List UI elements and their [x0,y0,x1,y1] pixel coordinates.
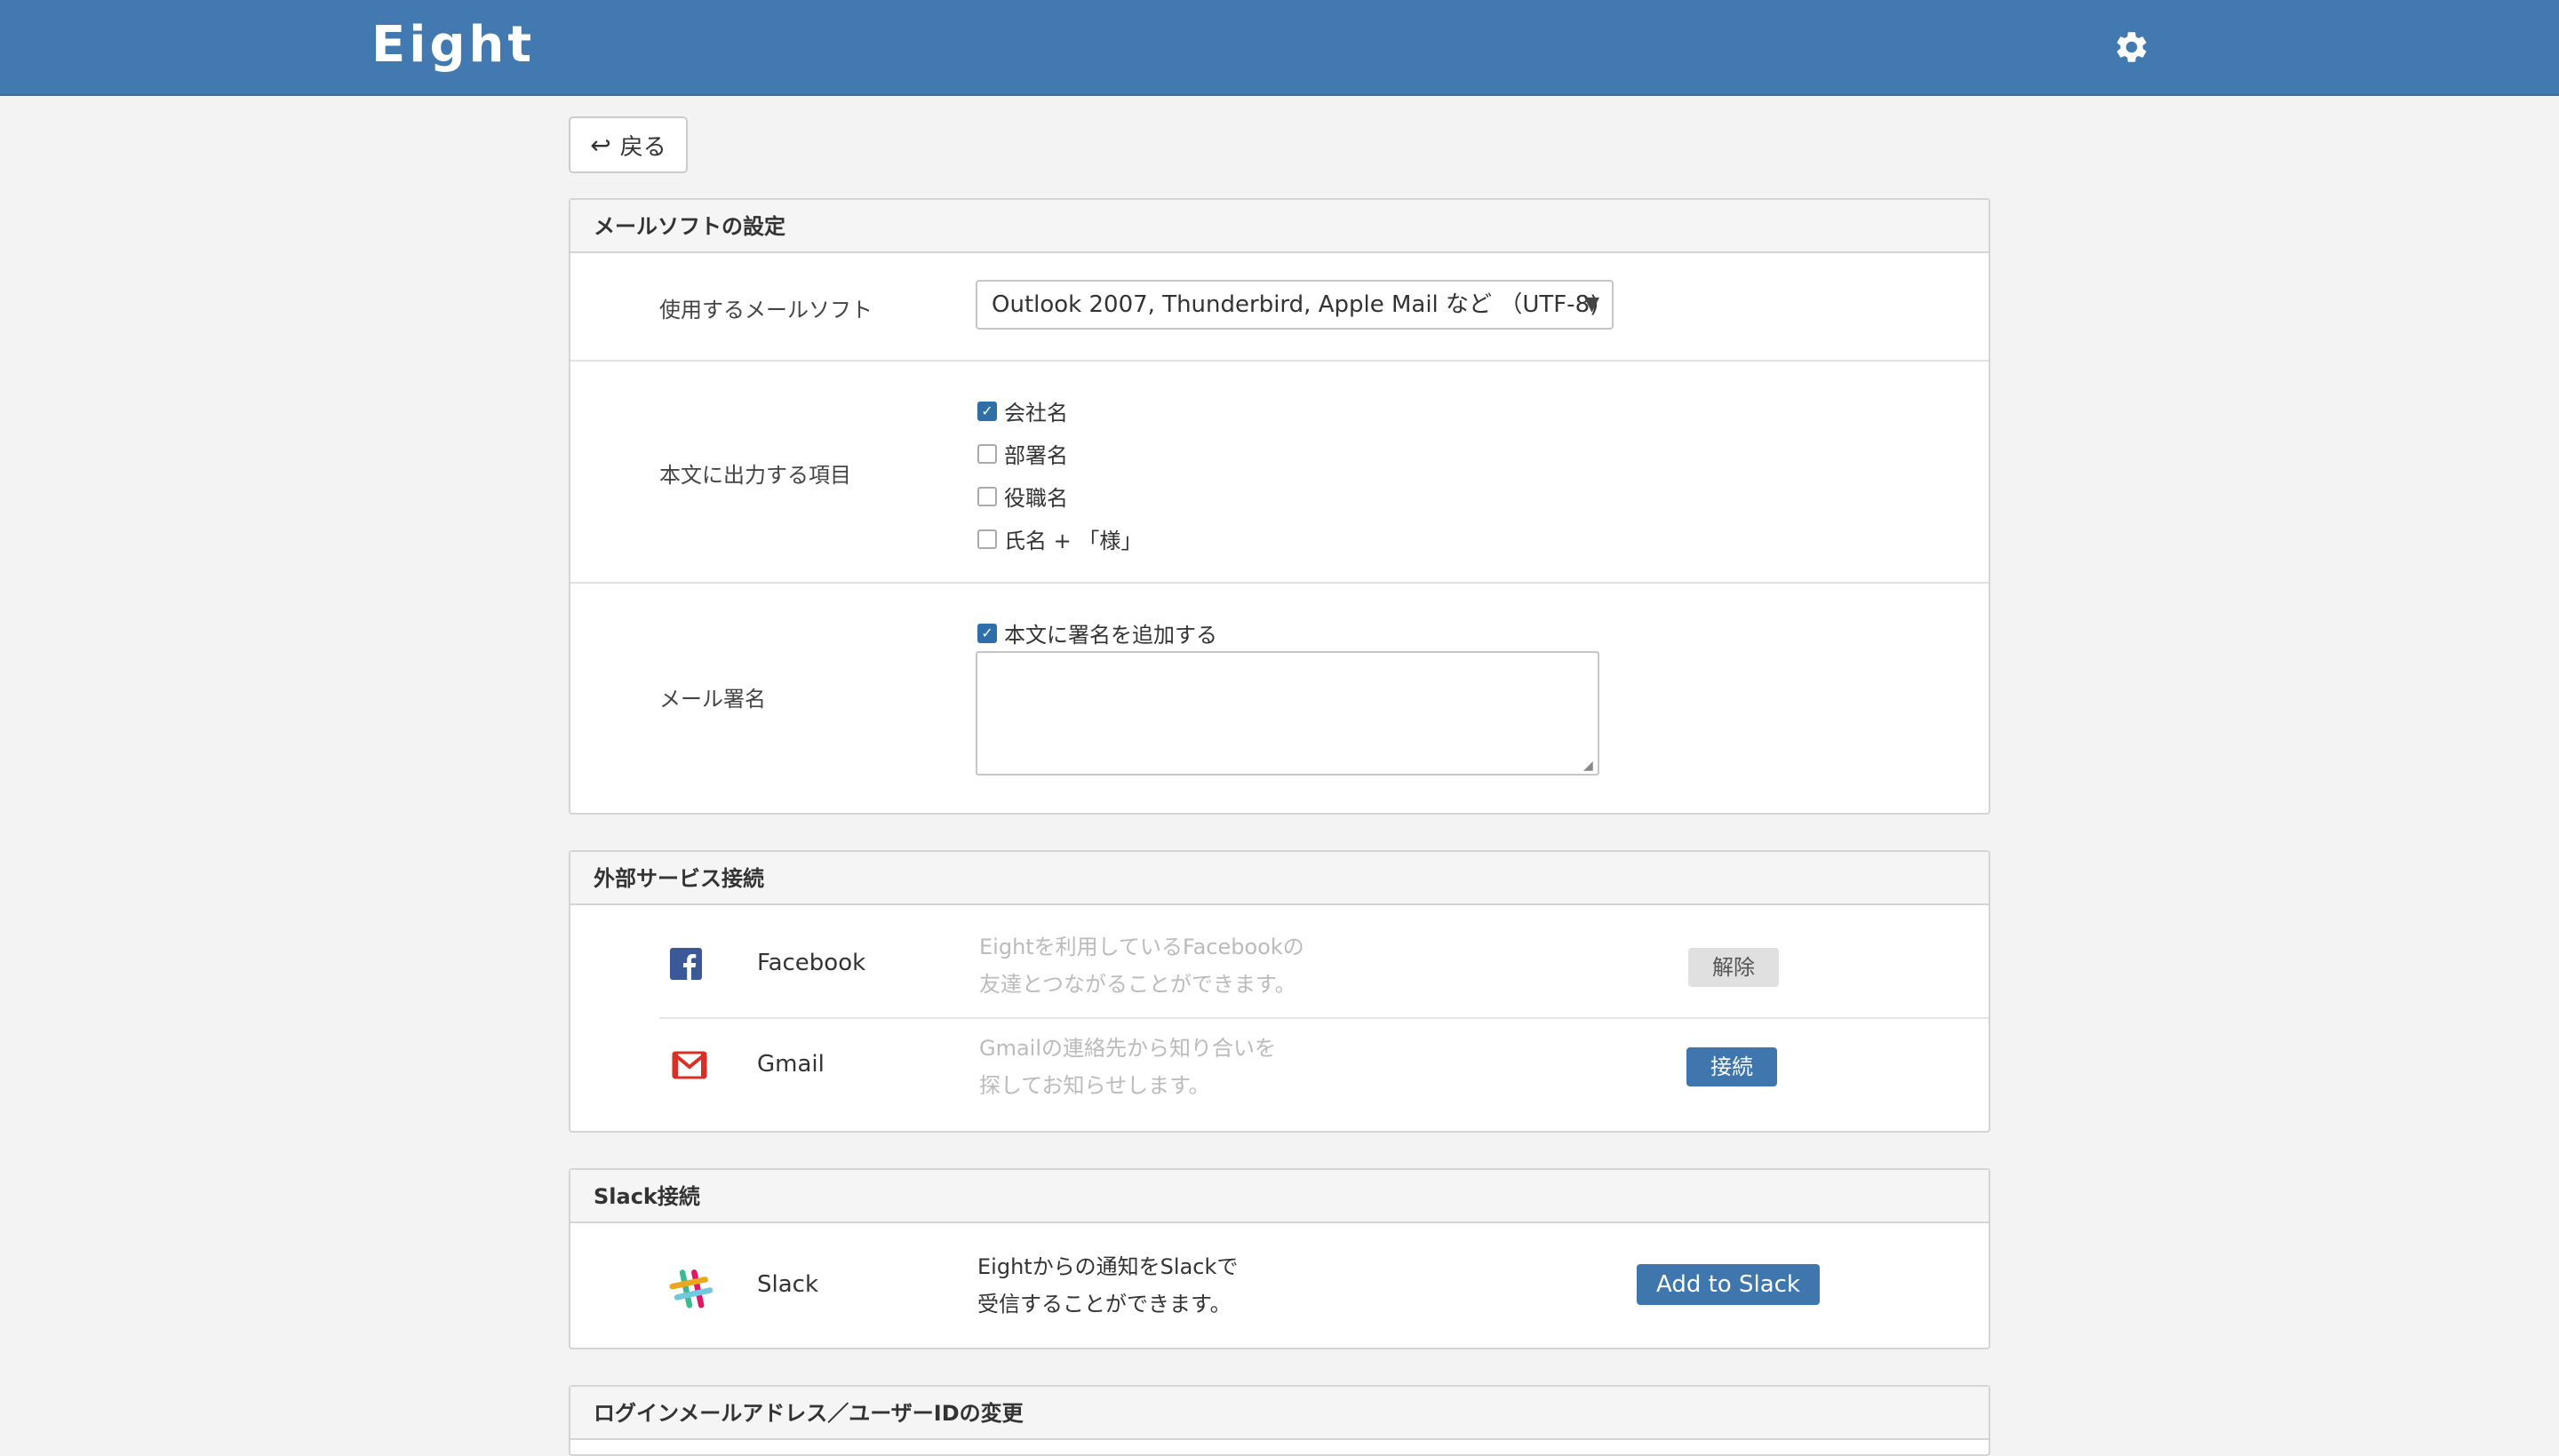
gmail-description: Gmailの連絡先から知り合いを 探してお知らせします。 [979,1030,1276,1104]
mail-settings-title: メールソフトの設定 [570,200,1989,253]
output-items-label: 本文に出力する項目 [659,463,851,488]
checkbox-company[interactable]: ✓ 会社名 [977,395,1068,426]
gmail-desc-line1: Gmailの連絡先から知り合いを [979,1036,1277,1061]
signature-textarea[interactable]: ◢ [976,651,1599,776]
checkbox-company-label: 会社名 [1004,401,1068,426]
mail-software-label: 使用するメールソフト [659,298,873,322]
services-list: Facebook Eightを利用しているFacebookの 友達とつながること… [570,905,1989,1131]
mail-software-select[interactable]: Outlook 2007, Thunderbird, Apple Mail など… [976,280,1614,330]
slack-desc-line1: Eightからの通知をSlackで [977,1254,1239,1279]
checkbox-name-honorific-label: 氏名 + 「様」 [1004,529,1143,553]
checkbox-unchecked-icon [977,486,997,506]
signature-row: メール署名 ✓ 本文に署名を追加する ◢ [570,584,1989,811]
gear-icon[interactable] [2113,28,2150,66]
slack-panel: Slack接続 Slack Eightからの通知をSlackで 受信することがで… [569,1168,1990,1349]
eight-logo[interactable]: Eight [371,16,535,74]
services-divider [659,1017,1989,1019]
back-arrow-icon: ↩ [590,130,611,160]
checkbox-unchecked-icon [977,529,997,549]
checkbox-title[interactable]: 役職名 [977,481,1068,512]
checkbox-department-label: 部署名 [1004,443,1068,468]
back-button-label: 戻る [619,133,666,161]
checkbox-add-signature[interactable]: ✓ 本文に署名を追加する [977,617,1217,648]
gmail-icon [672,1051,707,1079]
slack-row: Slack Eightからの通知をSlackで 受信することができます。 Add… [570,1223,1989,1348]
login-panel: ログインメールアドレス／ユーザーIDの変更 [569,1385,1990,1456]
resize-handle-icon[interactable]: ◢ [1583,760,1596,772]
slack-description: Eightからの通知をSlackで 受信することができます。 [977,1248,1238,1323]
mail-software-value: Outlook 2007, Thunderbird, Apple Mail など… [992,291,1599,318]
slack-icon [669,1269,713,1309]
checkbox-checked-icon: ✓ [977,623,997,643]
checkbox-add-signature-label: 本文に署名を追加する [1004,623,1217,648]
mail-software-row: 使用するメールソフト Outlook 2007, Thunderbird, Ap… [570,253,1989,362]
mail-settings-panel: メールソフトの設定 使用するメールソフト Outlook 2007, Thund… [569,198,1990,815]
facebook-icon [670,948,702,980]
facebook-name: Facebook [757,950,866,976]
output-items-row: 本文に出力する項目 ✓ 会社名 部署名 役職名 氏名 + 「様」 [570,362,1989,584]
login-title: ログインメールアドレス／ユーザーIDの変更 [570,1387,1989,1440]
facebook-desc-line1: Eightを利用しているFacebookの [979,935,1304,959]
gmail-connect-button[interactable]: 接続 [1686,1047,1777,1086]
facebook-description: Eightを利用しているFacebookの 友達とつながることができます。 [979,928,1304,1003]
checkbox-name-honorific[interactable]: 氏名 + 「様」 [977,523,1142,554]
external-services-title: 外部サービス接続 [570,852,1989,905]
gmail-name: Gmail [757,1051,825,1078]
slack-title: Slack接続 [570,1170,1989,1223]
slack-desc-line2: 受信することができます。 [977,1292,1232,1317]
signature-label: メール署名 [659,687,766,712]
checkbox-unchecked-icon [977,443,997,464]
chevron-down-icon: ▼ [1584,293,1599,315]
facebook-disconnect-button[interactable]: 解除 [1688,948,1779,987]
checkbox-department[interactable]: 部署名 [977,438,1068,469]
slack-name: Slack [757,1271,819,1298]
top-bar: Eight [0,0,2559,96]
checkbox-checked-icon: ✓ [977,401,997,421]
checkbox-title-label: 役職名 [1004,486,1068,511]
facebook-desc-line2: 友達とつながることができます。 [979,972,1296,997]
gmail-desc-line2: 探してお知らせします。 [979,1073,1210,1098]
external-services-panel: 外部サービス接続 Facebook Eightを利用しているFacebookの … [569,850,1990,1133]
back-button[interactable]: ↩ 戻る [569,116,688,173]
add-to-slack-button[interactable]: Add to Slack [1637,1264,1820,1305]
